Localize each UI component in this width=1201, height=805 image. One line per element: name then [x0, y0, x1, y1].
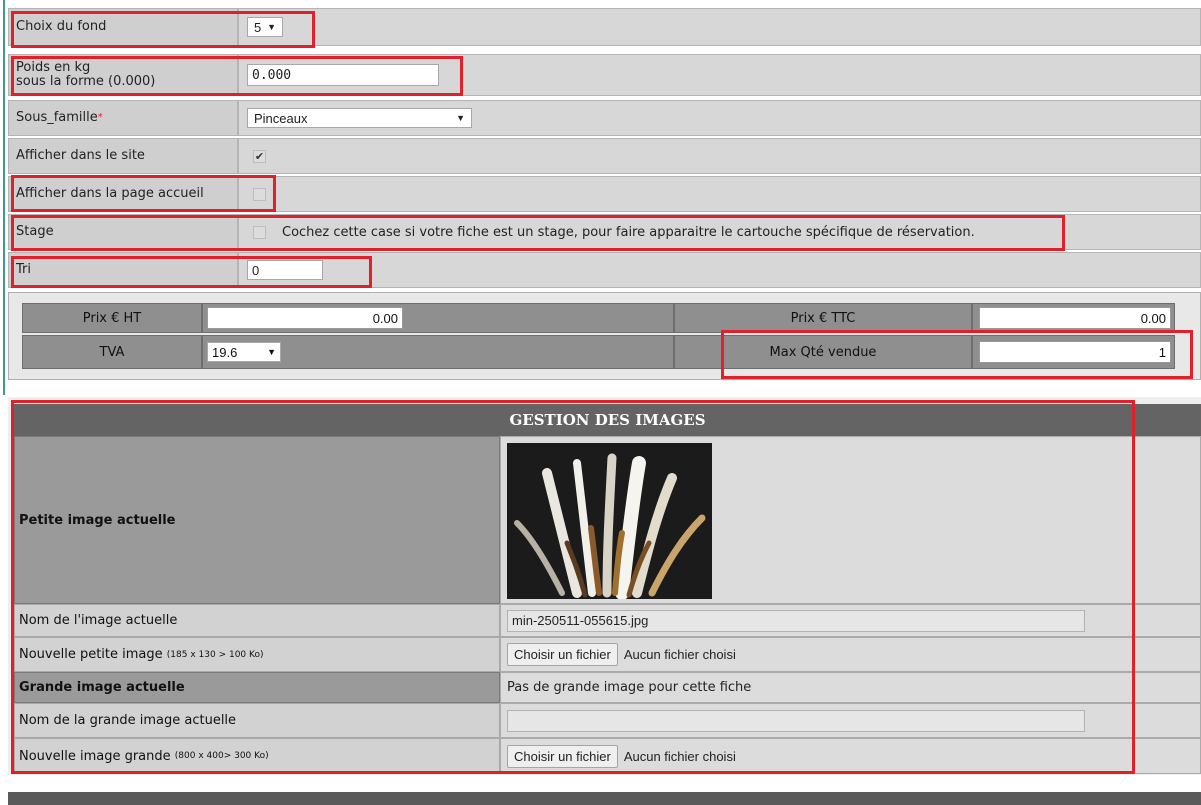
fond-select-value: 5	[254, 19, 262, 35]
choose-file-button[interactable]: Choisir un fichier	[507, 643, 618, 666]
afficher-accueil-label: Afficher dans la page accueil	[8, 176, 238, 212]
tva-label-text: TVA	[99, 344, 125, 360]
file-status: Aucun fichier choisi	[623, 647, 736, 662]
afficher-site-label-text: Afficher dans le site	[16, 148, 145, 163]
nouvelle-grande-label-text: Nouvelle image grande	[19, 748, 171, 764]
afficher-accueil-checkbox[interactable]	[253, 187, 266, 201]
stage-note: Cochez cette case si votre fiche est un …	[282, 224, 975, 240]
max-qte-label-text: Max Qté vendue	[769, 344, 877, 360]
nom-image-cell: min-250511-055615.jpg	[500, 604, 1201, 637]
nom-grande-input[interactable]	[507, 709, 1085, 732]
afficher-accueil-value-cell	[238, 176, 1201, 212]
images-title: GESTION DES IMAGES	[509, 411, 706, 429]
prix-ttc-input[interactable]: 0.00	[979, 307, 1171, 329]
sous-famille-select-value: Pinceaux	[254, 110, 308, 126]
prix-ht-input[interactable]: 0.00	[207, 307, 403, 329]
petite-image-cell	[500, 436, 1201, 604]
fond-label: Choix du fond	[8, 8, 238, 46]
afficher-site-label: Afficher dans le site	[8, 138, 238, 174]
fond-value-cell: 5 ▼	[238, 8, 1201, 46]
choose-file-button-label: Choisir un fichier	[514, 748, 611, 764]
prix-ht-label: Prix € HT	[22, 303, 202, 333]
nom-image-label-text: Nom de l'image actuelle	[19, 613, 178, 628]
grande-image-value: Pas de grande image pour cette fiche	[507, 680, 752, 695]
nouvelle-grande-label: Nouvelle image grande (800 x 400> 300 Ko…	[14, 738, 500, 774]
stage-label-text: Stage	[16, 224, 54, 239]
tri-value-cell: 0	[238, 252, 1201, 288]
nouvelle-petite-label-text: Nouvelle petite image	[19, 647, 163, 662]
max-qte-cell: 1	[972, 335, 1175, 369]
grande-image-cell: Pas de grande image pour cette fiche	[500, 672, 1201, 703]
prix-ttc-cell: 0.00	[972, 303, 1175, 333]
nouvelle-petite-cell: Choisir un fichier Aucun fichier choisi	[500, 637, 1201, 672]
stage-value-cell: Cochez cette case si votre fiche est un …	[238, 214, 1201, 250]
tva-select[interactable]: 19.6 ▼	[207, 342, 281, 362]
tva-label: TVA	[22, 335, 202, 369]
tri-label-text: Tri	[16, 262, 31, 277]
sous-famille-value-cell: Pinceaux ▼	[238, 100, 1201, 136]
nouvelle-petite-label: Nouvelle petite image (185 x 130 > 100 K…	[14, 637, 500, 672]
required-mark: *	[97, 112, 103, 123]
left-accent-bar	[3, 0, 5, 395]
choose-file-button[interactable]: Choisir un fichier	[507, 744, 618, 768]
poids-label-line2: sous la forme (0.000)	[16, 74, 156, 89]
images-header: GESTION DES IMAGES	[14, 404, 1201, 436]
chevron-down-icon: ▼	[267, 347, 276, 357]
nom-grande-label: Nom de la grande image actuelle	[14, 703, 500, 738]
max-qte-label: Max Qté vendue	[674, 335, 972, 369]
nom-grande-label-text: Nom de la grande image actuelle	[19, 713, 237, 728]
nouvelle-petite-note: (185 x 130 > 100 Ko)	[166, 649, 264, 660]
afficher-site-value-cell: ✔	[238, 138, 1201, 174]
nom-image-input[interactable]: min-250511-055615.jpg	[507, 609, 1085, 632]
prix-ht-cell: 0.00	[202, 303, 674, 333]
afficher-site-checkbox[interactable]: ✔	[253, 149, 266, 163]
poids-value-cell: 0.000	[238, 54, 1201, 96]
tva-select-value: 19.6	[212, 344, 238, 360]
fond-label-text: Choix du fond	[16, 19, 107, 34]
chevron-down-icon: ▼	[456, 113, 465, 123]
footer-bar	[8, 792, 1201, 805]
grande-image-label-text: Grande image actuelle	[19, 680, 185, 695]
prix-ht-label-text: Prix € HT	[82, 310, 142, 326]
choose-file-button-label: Choisir un fichier	[514, 647, 611, 662]
poids-label-line1: Poids en kg	[16, 60, 91, 75]
stage-label: Stage	[8, 214, 238, 250]
sous-famille-label: Sous_famille *	[8, 100, 238, 136]
nouvelle-grande-cell: Choisir un fichier Aucun fichier choisi	[500, 738, 1201, 774]
sous-famille-label-text: Sous_famille	[16, 110, 98, 125]
grande-image-label: Grande image actuelle	[14, 672, 500, 703]
poids-input[interactable]: 0.000	[247, 64, 439, 86]
chevron-down-icon: ▼	[267, 22, 276, 32]
fond-select[interactable]: 5 ▼	[247, 17, 283, 37]
max-qte-input[interactable]: 1	[979, 341, 1171, 363]
tri-input[interactable]: 0	[247, 260, 323, 280]
tva-cell: 19.6 ▼	[202, 335, 674, 369]
sous-famille-select[interactable]: Pinceaux ▼	[247, 108, 472, 128]
poids-label: Poids en kg sous la forme (0.000)	[8, 54, 238, 96]
prix-ttc-label: Prix € TTC	[674, 303, 972, 333]
nom-grande-cell	[500, 703, 1201, 738]
file-status: Aucun fichier choisi	[623, 748, 736, 764]
nouvelle-grande-note: (800 x 400> 300 Ko)	[174, 751, 269, 761]
tri-label: Tri	[8, 252, 238, 288]
nom-image-label: Nom de l'image actuelle	[14, 604, 500, 637]
petite-image-label: Petite image actuelle	[14, 436, 500, 604]
prix-ttc-label-text: Prix € TTC	[790, 310, 856, 326]
petite-image-label-text: Petite image actuelle	[19, 512, 176, 528]
brushes-thumbnail-image	[507, 443, 712, 599]
stage-checkbox[interactable]	[253, 225, 266, 239]
afficher-accueil-label-text: Afficher dans la page accueil	[16, 186, 204, 201]
